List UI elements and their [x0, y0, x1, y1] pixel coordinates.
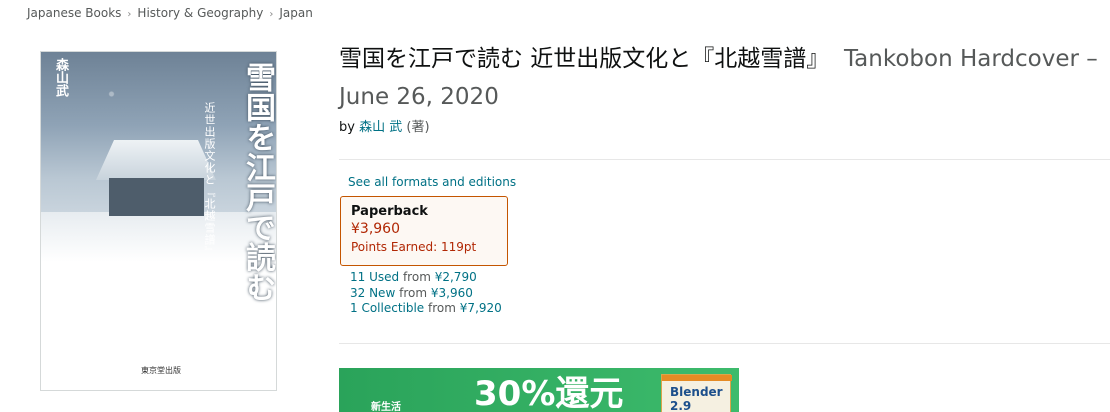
- breadcrumb-history-geography[interactable]: History & Geography: [137, 6, 263, 20]
- cover-house-roof: [96, 140, 216, 180]
- promo-banner[interactable]: 新生活 30%還元 Blender 2.9: [339, 368, 739, 412]
- book-cover-image[interactable]: 森山武 近世出版文化と『北越雪譜』 雪国を江戸で読む 東京堂出版: [40, 51, 277, 391]
- see-all-formats-link[interactable]: See all formats and editions: [348, 175, 516, 189]
- breadcrumb-japanese-books[interactable]: Japanese Books: [27, 6, 121, 20]
- cover-house-wall: [109, 178, 204, 216]
- offer-collectible-link[interactable]: 1 Collectible: [350, 301, 424, 315]
- offer-used-link[interactable]: 11 Used: [350, 270, 399, 284]
- product-title-text: 雪国を江戸で読む 近世出版文化と『北越雪譜』: [339, 46, 830, 72]
- offer-new-price[interactable]: ¥3,960: [431, 286, 473, 300]
- cover-author-text: 森山武: [53, 58, 68, 97]
- chevron-right-icon: ›: [269, 9, 274, 20]
- cover-publisher-text: 東京堂出版: [141, 366, 181, 375]
- swatch-format-name: Paperback: [351, 204, 428, 219]
- breadcrumb: Japanese Books › History & Geography › Japan: [27, 6, 313, 20]
- offer-used-price[interactable]: ¥2,790: [435, 270, 477, 284]
- product-title: 雪国を江戸で読む 近世出版文化と『北越雪譜』 Tankobon Hardcove…: [339, 40, 1099, 116]
- swatch-points: Points Earned: 119pt: [351, 240, 477, 254]
- author-role: (著): [406, 120, 430, 135]
- offer-from: from: [399, 285, 428, 300]
- offer-from: from: [402, 270, 431, 284]
- cover-subtitle-text: 近世出版文化と『北越雪譜』: [203, 102, 216, 258]
- offer-from: from: [428, 301, 456, 315]
- offer-new: 32 New from ¥3,960: [350, 286, 502, 302]
- product-title-block: 雪国を江戸で読む 近世出版文化と『北越雪譜』 Tankobon Hardcove…: [339, 40, 1099, 135]
- swatch-price: ¥3,960: [351, 221, 400, 237]
- offer-list: 11 Used from ¥2,790 32 New from ¥3,960 1…: [350, 270, 502, 317]
- by-label: by: [339, 120, 355, 135]
- breadcrumb-japan[interactable]: Japan: [279, 6, 312, 20]
- banner-book-stripe: [662, 375, 732, 381]
- offer-used: 11 Used from ¥2,790: [350, 270, 502, 286]
- offer-collectible: 1 Collectible from ¥7,920: [350, 301, 502, 317]
- divider: [339, 343, 1110, 344]
- cover-title-text: 雪国を江戸で読む: [240, 62, 275, 302]
- banner-headline: 30%還元: [474, 374, 624, 412]
- banner-book-title: Blender 2.9: [670, 385, 723, 412]
- banner-small-text: 新生活: [371, 402, 401, 412]
- offer-collectible-price[interactable]: ¥7,920: [460, 301, 502, 315]
- byline: by 森山 武 (著): [339, 116, 1099, 135]
- chevron-right-icon: ›: [127, 9, 132, 20]
- banner-book-thumbnail: Blender 2.9: [661, 374, 732, 412]
- offer-new-link[interactable]: 32 New: [350, 286, 395, 300]
- divider: [339, 159, 1110, 160]
- author-link[interactable]: 森山 武: [359, 120, 402, 135]
- format-swatch-paperback[interactable]: Paperback ¥3,960 Points Earned: 119pt: [340, 196, 508, 266]
